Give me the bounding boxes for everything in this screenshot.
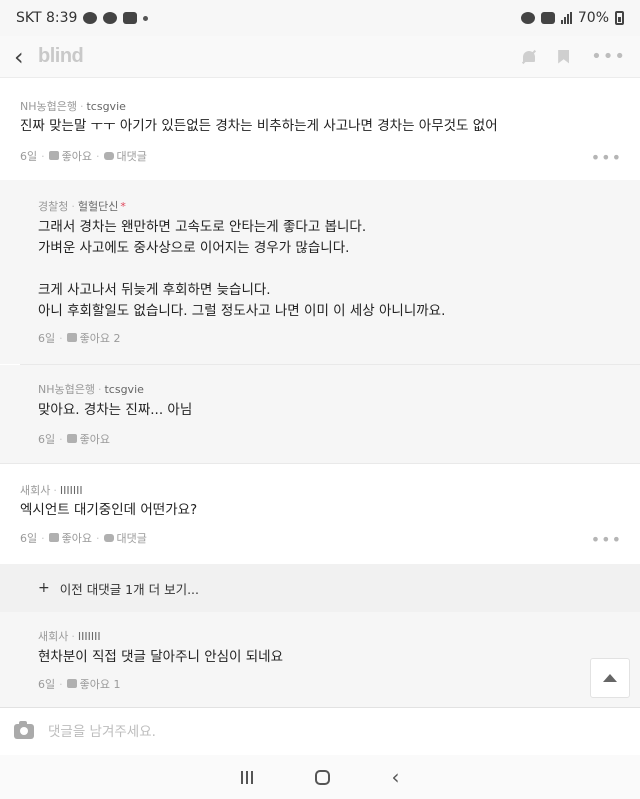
comment-line: 가벼운 사고에도 중사상으로 이어지는 경우가 많습니다. [38,240,350,256]
comment-line: 크게 사고나서 뒤늦게 후회하면 늦습니다. [38,282,271,298]
comment-meta: 새회사 · IIIIIII [38,630,101,643]
like-label: 좋아요 1 [79,678,121,691]
like-button[interactable]: 좋아요 1 [66,676,121,692]
nav-home-icon[interactable] [314,769,330,785]
user-name: IIIIIII [77,630,101,643]
comment-line: 아니 후회할일도 없습니다. 그럴 정도사고 나면 이미 이 세상 아니니까요. [38,303,446,319]
bookmark-icon[interactable] [558,49,570,64]
battery-percent: 70% [577,10,609,26]
comment-input-bar [0,707,640,755]
bell-off-icon[interactable] [522,50,536,64]
load-more-label: 이전 대댓글 1개 더 보기... [59,581,200,597]
nav-back-icon[interactable]: ‹ [392,767,400,787]
comment-body: 맞아요. 경차는 진짜... 아님 [38,402,193,418]
comment-time: 6일 [38,433,56,446]
comment-meta: NH농협은행 · tcsgvie [20,100,126,113]
comment-blank-line [38,259,445,280]
comment-actions: 6일 · 좋아요 · 대댓글 [20,530,147,546]
company-name: 새회사 [20,484,51,497]
like-button[interactable]: 좋아요 [66,431,110,447]
reply-comment: 새회사 · IIIIIII 현차분이 직접 댓글 달아주니 안심이 되네요 6일 ·… [0,612,640,707]
comment-line: 그래서 경차는 왠만하면 고속도로 안타는게 좋다고 봅니다. [38,219,367,235]
status-bar: SKT 8:39 70% [0,0,640,36]
comment-body: 진짜 맞는말 ㅜㅜ 아기가 있든없든 경차는 비추하는게 사고나면 경차는 아무… [20,118,498,134]
comment-meta: 새회사 · IIIIIII [20,484,83,497]
author-badge: * [120,200,126,213]
thumb-up-icon [48,151,59,160]
camera-icon[interactable] [14,721,34,739]
back-icon[interactable]: ‹ [14,45,32,69]
comment-meta: 경찰청 · 헐헐단신 * [38,200,126,213]
company-name: 새회사 [38,630,69,643]
like-label: 좋아요 [61,150,92,163]
like-label: 좋아요 2 [79,332,121,345]
app-logo: blind [38,45,84,67]
comment-more-icon[interactable]: ••• [591,530,622,549]
5g-icon [540,12,555,24]
load-more-replies[interactable]: + 이전 대댓글 1개 더 보기... [0,564,640,612]
battery-icon [615,11,624,25]
comment-input[interactable] [48,723,626,740]
thumb-up-icon [66,679,77,688]
signal-icon [560,12,572,24]
carrier-time: SKT 8:39 [16,10,78,26]
user-name: tcsgvie [86,100,126,113]
chat-notification-icon [83,12,98,24]
reply-button[interactable]: 대댓글 [103,530,147,546]
like-button[interactable]: 좋아요 [48,148,92,164]
reply-button[interactable]: 대댓글 [103,148,147,164]
comment-meta: NH농협은행 · tcsgvie [38,383,144,396]
reply-label: 대댓글 [116,532,147,545]
plus-icon: + [38,580,50,596]
like-label: 좋아요 [79,433,110,446]
reply-label: 대댓글 [116,150,147,163]
reply-comment: 경찰청 · 헐헐단신 * 그래서 경차는 왠만하면 고속도로 안타는게 좋다고 봅니다… [0,180,640,364]
more-icon[interactable]: ••• [591,47,626,66]
comment-time: 6일 [20,150,38,163]
comment-actions: 6일 · 좋아요 [38,431,110,447]
comment-icon [103,534,114,542]
user-name: tcsgvie [104,383,144,396]
comment-actions: 6일 · 좋아요 2 [38,330,121,346]
thumb-up-icon [48,533,59,542]
like-button[interactable]: 좋아요 [48,530,92,546]
comment-body: 현차분이 직접 댓글 달아주니 안심이 되네요 [38,649,284,665]
company-name: NH농협은행 [20,100,77,113]
comment-time: 6일 [38,332,56,345]
app-bar: ‹ blind ••• [0,36,640,78]
gallery-notification-icon [123,12,138,24]
thumb-up-icon [66,434,77,443]
reply-comment: NH농협은행 · tcsgvie 맞아요. 경차는 진짜... 아님 6일 · 좋아… [0,365,640,463]
company-name: NH농협은행 [38,383,95,396]
comment-body: 엑시언트 대기중인데 어떤가요? [20,502,198,518]
company-name: 경찰청 [38,200,69,213]
like-button[interactable]: 좋아요 2 [66,330,121,346]
talk-notification-icon [103,12,118,24]
alarm-icon [520,12,535,24]
comment-time: 6일 [20,532,38,545]
nav-recent-icon[interactable] [240,770,253,784]
scroll-top-icon [603,674,617,682]
comment-actions: 6일 · 좋아요 · 대댓글 [20,148,147,164]
scroll-top-button[interactable] [590,658,630,698]
more-notifications-icon [143,15,149,21]
user-name: IIIIIII [59,484,83,497]
comment: 새회사 · IIIIIII 엑시언트 대기중인데 어떤가요? 6일 · 좋아요 · … [0,464,640,564]
thumb-up-icon [66,333,77,342]
comment-icon [103,152,114,160]
comment-actions: 6일 · 좋아요 1 [38,676,121,692]
comment-more-icon[interactable]: ••• [591,148,622,167]
comment-body: 그래서 경차는 왠만하면 고속도로 안타는게 좋다고 봅니다. 가벼운 사고에도… [38,217,445,322]
system-nav-bar: ‹ [0,755,640,799]
comment-time: 6일 [38,678,56,691]
like-label: 좋아요 [61,532,92,545]
user-name: 헐헐단신 [77,200,119,213]
comment: NH농협은행 · tcsgvie 진짜 맞는말 ㅜㅜ 아기가 있든없든 경차는 비추… [0,78,640,180]
